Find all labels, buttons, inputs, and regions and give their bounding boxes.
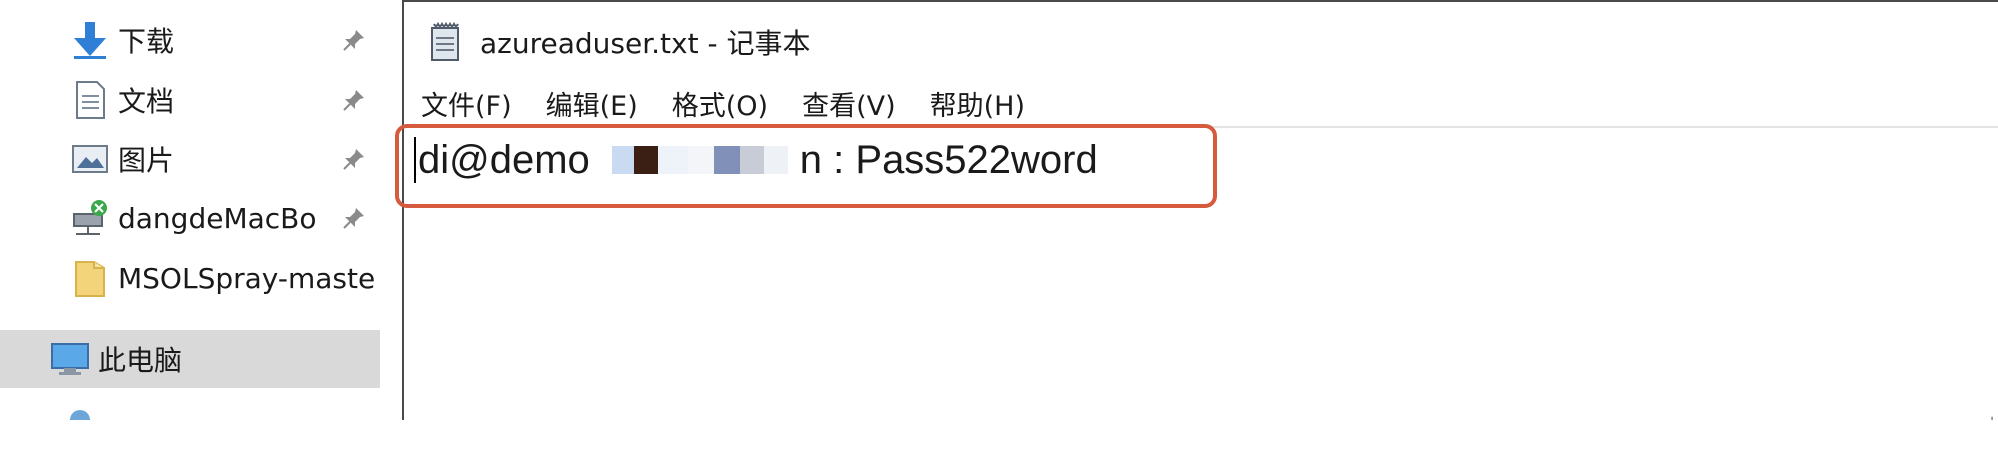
- pin-icon[interactable]: [340, 145, 368, 173]
- nav-item-label: 文档: [118, 85, 175, 118]
- notepad-window: azureaduser.txt - 记事本 文件(F) 编辑(E) 格式(O) …: [402, 0, 1998, 425]
- nav-item-msolspray-folder[interactable]: MSOLSpray-maste: [70, 252, 375, 304]
- pin-icon[interactable]: [340, 26, 368, 54]
- document-icon: [70, 80, 110, 120]
- nav-item-label: 图片: [118, 144, 175, 177]
- window-title: azureaduser.txt - 记事本: [480, 27, 811, 60]
- title-bar[interactable]: azureaduser.txt - 记事本: [404, 12, 811, 72]
- menu-help[interactable]: 帮助(H): [917, 84, 1038, 123]
- bottom-whitespace: [0, 420, 1998, 468]
- nav-item-partial[interactable]: [60, 408, 108, 420]
- pictures-icon: [70, 139, 110, 179]
- folder-icon: [70, 258, 110, 298]
- nav-item-network-drive[interactable]: dangdeMacBo: [70, 192, 364, 244]
- nav-item-label: 此电脑: [98, 344, 183, 377]
- network-icon: [60, 408, 100, 420]
- menu-format[interactable]: 格式(O): [659, 84, 781, 123]
- nav-item-this-pc[interactable]: 此电脑: [0, 330, 380, 388]
- nav-item-label: dangdeMacBo: [118, 201, 317, 235]
- nav-item-pictures[interactable]: 图片: [70, 133, 364, 185]
- menu-edit[interactable]: 编辑(E): [533, 84, 651, 123]
- pin-icon[interactable]: [340, 86, 368, 114]
- menu-bar: 文件(F) 编辑(E) 格式(O) 查看(V) 帮助(H): [404, 78, 1038, 128]
- menu-file[interactable]: 文件(F): [408, 84, 525, 123]
- nav-item-downloads[interactable]: 下载: [70, 14, 364, 66]
- nav-item-documents[interactable]: 文档: [70, 74, 364, 126]
- nav-item-label: 下载: [118, 25, 175, 58]
- computer-icon: [50, 339, 90, 379]
- nav-item-label: MSOLSpray-maste: [118, 261, 376, 295]
- network-drive-icon: [70, 198, 110, 238]
- highlight-annotation-box: [395, 124, 1217, 208]
- notepad-icon: [426, 21, 466, 62]
- menu-view[interactable]: 查看(V): [789, 84, 909, 123]
- download-arrow-icon: [70, 20, 110, 60]
- pin-icon[interactable]: [340, 204, 368, 232]
- explorer-nav-pane: 下载 文档 图片 dangdeMacBo MSOLSpray-maste 此电脑: [0, 0, 385, 420]
